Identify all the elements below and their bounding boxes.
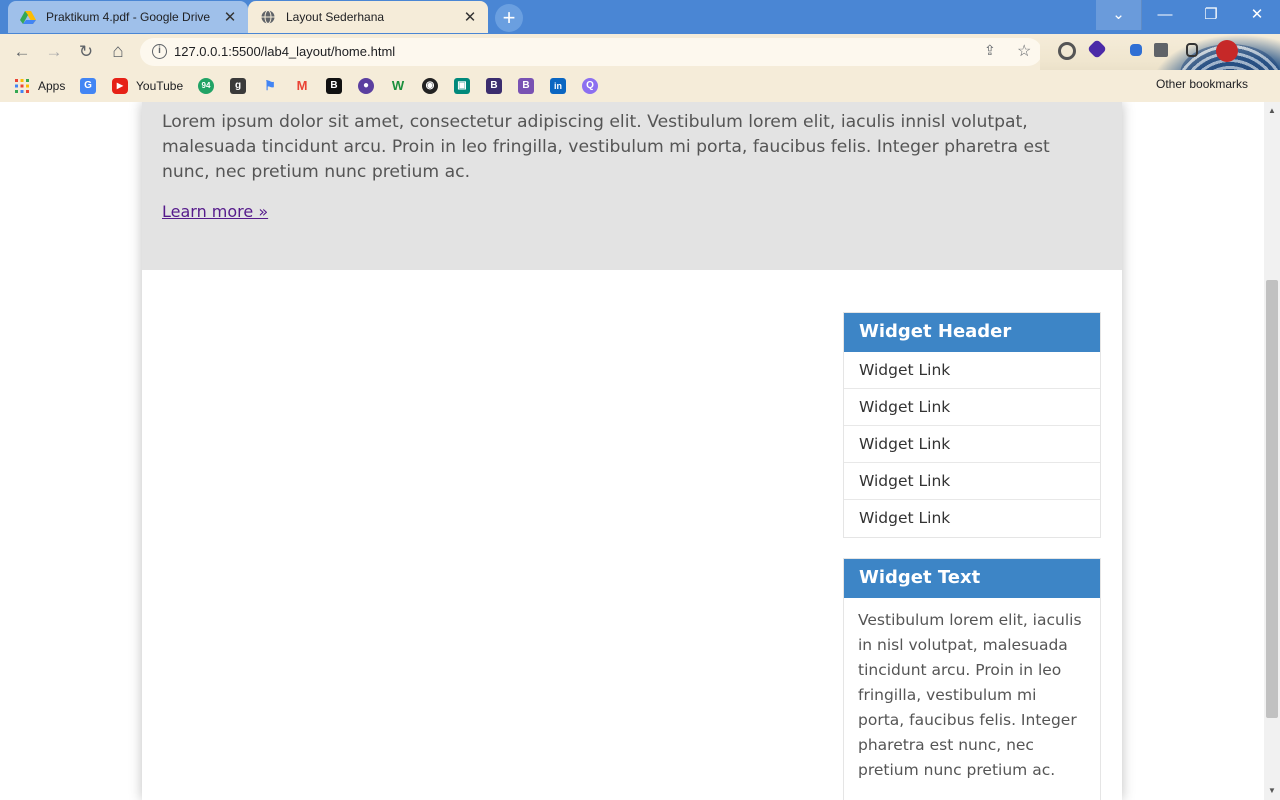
- bookmark-flag[interactable]: ⚑: [262, 77, 278, 95]
- window-close-button[interactable]: ✕: [1234, 0, 1280, 30]
- widget-text-title: Widget Text: [844, 559, 1100, 598]
- scroll-up-arrow-icon[interactable]: ▲: [1268, 106, 1276, 115]
- widget-link-2[interactable]: Widget Link: [844, 389, 1100, 426]
- bookmark-gmail[interactable]: M: [294, 77, 310, 95]
- extensions-puzzle-icon[interactable]: [1154, 43, 1168, 57]
- bookmark-youtube[interactable]: ▶ YouTube: [112, 77, 183, 95]
- bookmarks-bar: Apps G ▶ YouTube 94 g ⚑ M B ● W ◉ ▣ B B …: [0, 70, 1280, 102]
- page-scrollbar[interactable]: ▲ ▼: [1264, 102, 1280, 800]
- extension-blue-icon[interactable]: [1130, 44, 1142, 56]
- back-button[interactable]: ←: [9, 40, 35, 64]
- bookmark-apps[interactable]: Apps: [14, 77, 65, 95]
- widget-link-1[interactable]: Widget Link: [844, 352, 1100, 389]
- green-94-icon: 94: [198, 78, 214, 94]
- bookmark-label: Apps: [38, 79, 66, 93]
- share-icon[interactable]: ⇪: [984, 42, 996, 59]
- globe-icon: [261, 10, 275, 24]
- scroll-thumb[interactable]: [1266, 280, 1278, 718]
- bookmark-star-icon[interactable]: ☆: [1017, 41, 1031, 61]
- bookmark-w[interactable]: W: [390, 77, 406, 95]
- bookmark-b[interactable]: B: [326, 77, 342, 95]
- tab-search-dropdown-icon[interactable]: ⌄: [1096, 0, 1142, 30]
- scroll-down-arrow-icon[interactable]: ▼: [1268, 786, 1276, 795]
- bookmark-q[interactable]: Q: [582, 77, 598, 95]
- flag-icon: ⚑: [264, 78, 276, 93]
- widget-header-title: Widget Header: [844, 313, 1100, 352]
- widget-links: Widget Header Widget Link Widget Link Wi…: [843, 312, 1101, 538]
- widget-text-body: Vestibulum lorem elit, iaculis in nisl v…: [858, 611, 1082, 779]
- url-text[interactable]: 127.0.0.1:5500/lab4_layout/home.html: [174, 44, 395, 59]
- address-bar[interactable]: i 127.0.0.1:5500/lab4_layout/home.html ⇪…: [140, 38, 1042, 66]
- gmail-icon: M: [296, 78, 308, 93]
- bookmark-goodreads[interactable]: g: [230, 77, 246, 95]
- tab-title: Layout Sederhana: [286, 10, 385, 24]
- q-icon: Q: [582, 78, 598, 94]
- widget-link-3[interactable]: Widget Link: [844, 426, 1100, 463]
- side-panel-icon[interactable]: [1186, 43, 1198, 57]
- bookmark-linkedin[interactable]: in: [550, 77, 566, 95]
- bookmark-purple[interactable]: ●: [358, 77, 374, 95]
- bookmark-label: YouTube: [136, 79, 184, 93]
- home-button[interactable]: ⌂: [105, 40, 131, 64]
- bookmark-b-icon: B: [326, 78, 342, 94]
- purple-lock-icon: ●: [358, 78, 374, 94]
- translate-icon: G: [80, 78, 96, 94]
- extension-diamond-icon[interactable]: [1087, 39, 1107, 59]
- apps-grid-icon: [15, 79, 29, 93]
- forward-button[interactable]: →: [41, 40, 67, 64]
- minimize-button[interactable]: —: [1142, 0, 1188, 30]
- bookmark-translate[interactable]: G: [80, 77, 96, 95]
- restore-button[interactable]: ❐: [1188, 0, 1234, 30]
- meet-icon: ▣: [454, 78, 470, 94]
- learn-more-link[interactable]: Learn more »: [162, 202, 268, 221]
- goodreads-icon: g: [230, 78, 246, 94]
- new-tab-button[interactable]: +: [495, 4, 523, 32]
- widget-link-5[interactable]: Widget Link: [844, 500, 1100, 537]
- bookmark-bootstrap[interactable]: B: [518, 77, 534, 95]
- page-container: Lorem ipsum dolor sit amet, consectetur …: [142, 102, 1122, 800]
- page-viewport: Lorem ipsum dolor sit amet, consectetur …: [0, 102, 1264, 800]
- close-icon[interactable]: ✕: [218, 8, 242, 26]
- tab-title: Praktikum 4.pdf - Google Drive: [46, 10, 211, 24]
- widget-link-4[interactable]: Widget Link: [844, 463, 1100, 500]
- bookmark-94[interactable]: 94: [198, 77, 214, 95]
- tab-layout-sederhana[interactable]: Layout Sederhana ✕: [248, 1, 488, 33]
- bookmark-meet[interactable]: ▣: [454, 77, 470, 95]
- tab-google-drive[interactable]: Praktikum 4.pdf - Google Drive ✕: [8, 1, 248, 33]
- google-drive-icon: [20, 11, 36, 24]
- bookmark-b-dark[interactable]: B: [486, 77, 502, 95]
- profile-avatar[interactable]: [1216, 40, 1238, 62]
- reload-button[interactable]: ↻: [73, 40, 99, 64]
- bootstrap-icon: B: [518, 78, 534, 94]
- hero-paragraph: Lorem ipsum dolor sit amet, consectetur …: [162, 112, 1050, 182]
- other-bookmarks[interactable]: Other bookmarks: [1156, 77, 1248, 91]
- b-dark-icon: B: [486, 78, 502, 94]
- github-icon: ◉: [422, 78, 438, 94]
- hero-section: Lorem ipsum dolor sit amet, consectetur …: [142, 102, 1122, 270]
- close-icon[interactable]: ✕: [458, 8, 482, 26]
- widget-text: Widget Text Vestibulum lorem elit, iacul…: [843, 558, 1101, 800]
- youtube-icon: ▶: [112, 78, 128, 94]
- tab-bar: Praktikum 4.pdf - Google Drive ✕ Layout …: [0, 0, 1280, 34]
- bookmark-github[interactable]: ◉: [422, 77, 438, 95]
- site-info-icon[interactable]: i: [152, 44, 167, 59]
- extension-camera-icon[interactable]: [1058, 42, 1076, 60]
- linkedin-icon: in: [550, 78, 566, 94]
- widget-link-list: Widget Link Widget Link Widget Link Widg…: [844, 352, 1100, 537]
- w-icon: W: [391, 78, 405, 93]
